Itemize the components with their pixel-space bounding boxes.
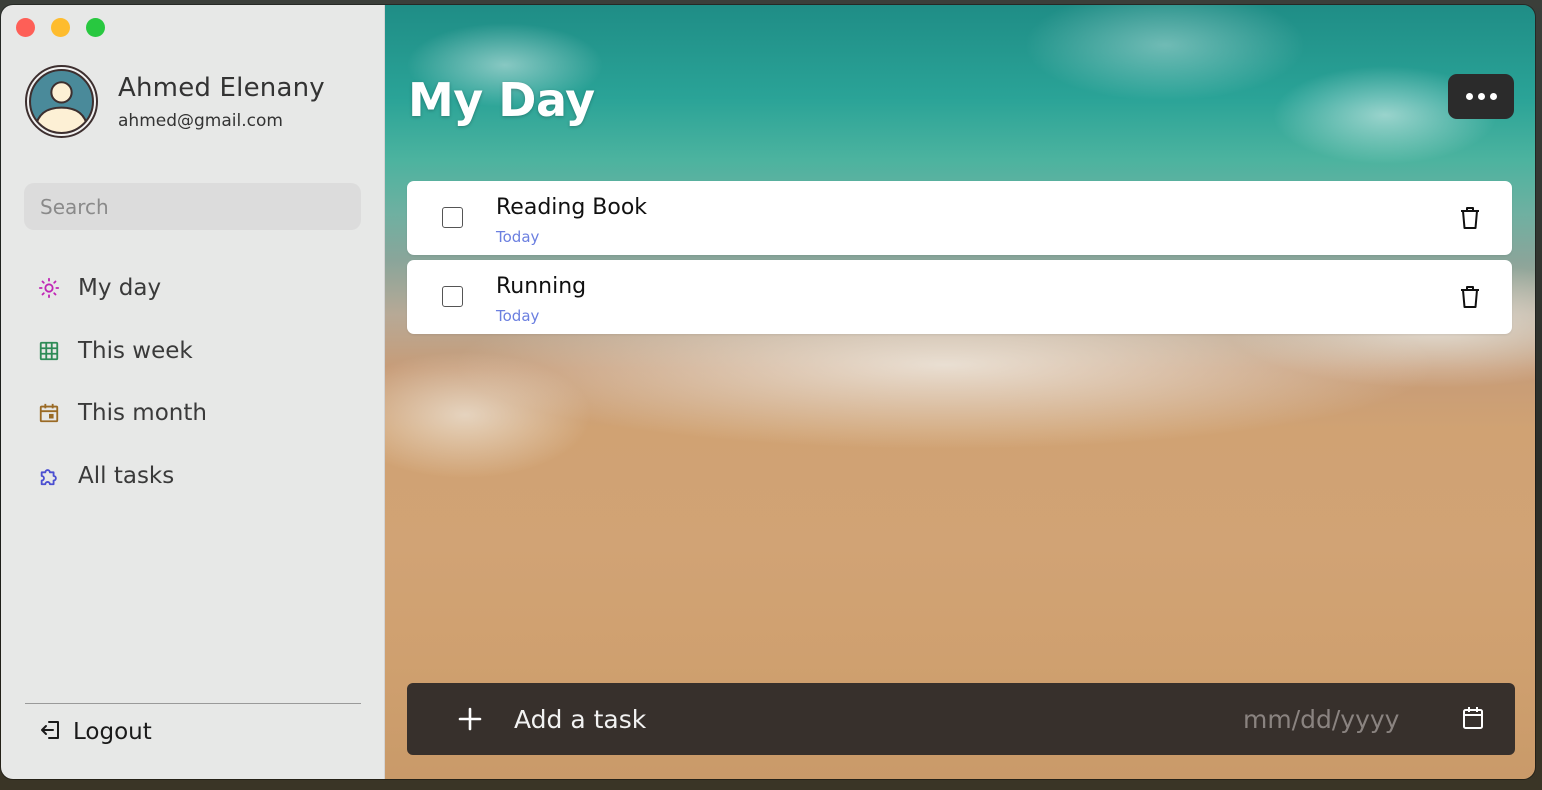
task-checkbox[interactable] [442, 207, 463, 228]
add-task-input[interactable] [514, 699, 1114, 739]
logout-icon [39, 718, 63, 746]
calendar-picker-icon[interactable] [1462, 706, 1484, 730]
close-window-button[interactable] [16, 18, 35, 37]
sidebar-item-this-week[interactable]: This week [37, 320, 207, 383]
due-date-input[interactable] [1243, 699, 1433, 739]
sidebar-divider [25, 703, 361, 704]
avatar[interactable] [25, 65, 98, 138]
page-title: My Day [408, 73, 595, 127]
sidebar-item-label: My day [78, 275, 162, 302]
minimize-window-button[interactable] [51, 18, 70, 37]
sidebar-item-label: All tasks [78, 462, 175, 489]
task-title: Running [496, 274, 587, 299]
table-grid-icon [37, 339, 61, 363]
task-item[interactable]: Running Today [407, 260, 1512, 334]
sidebar-item-all-tasks[interactable]: All tasks [37, 445, 207, 508]
sidebar-item-label: This month [78, 400, 207, 427]
task-due-date: Today [496, 228, 540, 246]
trash-icon [1461, 286, 1479, 308]
plus-icon[interactable] [457, 706, 483, 732]
delete-task-button[interactable] [1458, 284, 1482, 310]
user-email: ahmed@gmail.com [118, 110, 283, 131]
main-panel: My Day Reading Book Today Running Today … [385, 5, 1535, 779]
trash-icon [1461, 207, 1479, 229]
user-avatar-icon [29, 69, 94, 134]
task-item[interactable]: Reading Book Today [407, 181, 1512, 255]
calendar-icon [37, 401, 61, 425]
sidebar-item-this-month[interactable]: This month [37, 382, 207, 445]
task-checkbox[interactable] [442, 286, 463, 307]
add-task-bar [407, 683, 1515, 755]
user-name: Ahmed Elenany [118, 72, 325, 103]
sidebar: Ahmed Elenany ahmed@gmail.com My day [1, 5, 385, 779]
app-window: Ahmed Elenany ahmed@gmail.com My day [1, 5, 1535, 779]
logout-label: Logout [73, 719, 152, 745]
puzzle-icon [37, 464, 61, 488]
more-options-button[interactable] [1448, 74, 1514, 119]
task-due-date: Today [496, 307, 540, 325]
sidebar-nav: My day This week This month All tasks [37, 257, 207, 507]
search-input[interactable] [24, 183, 361, 230]
sidebar-item-my-day[interactable]: My day [37, 257, 207, 320]
delete-task-button[interactable] [1458, 205, 1482, 231]
task-title: Reading Book [496, 195, 648, 220]
sidebar-item-label: This week [78, 337, 193, 364]
maximize-window-button[interactable] [86, 18, 105, 37]
task-list: Reading Book Today Running Today [407, 181, 1512, 339]
more-horizontal-icon [1465, 93, 1473, 100]
logout-button[interactable]: Logout [39, 718, 152, 746]
user-profile: Ahmed Elenany ahmed@gmail.com [25, 65, 325, 138]
sun-icon [37, 276, 61, 300]
window-controls [16, 18, 105, 37]
